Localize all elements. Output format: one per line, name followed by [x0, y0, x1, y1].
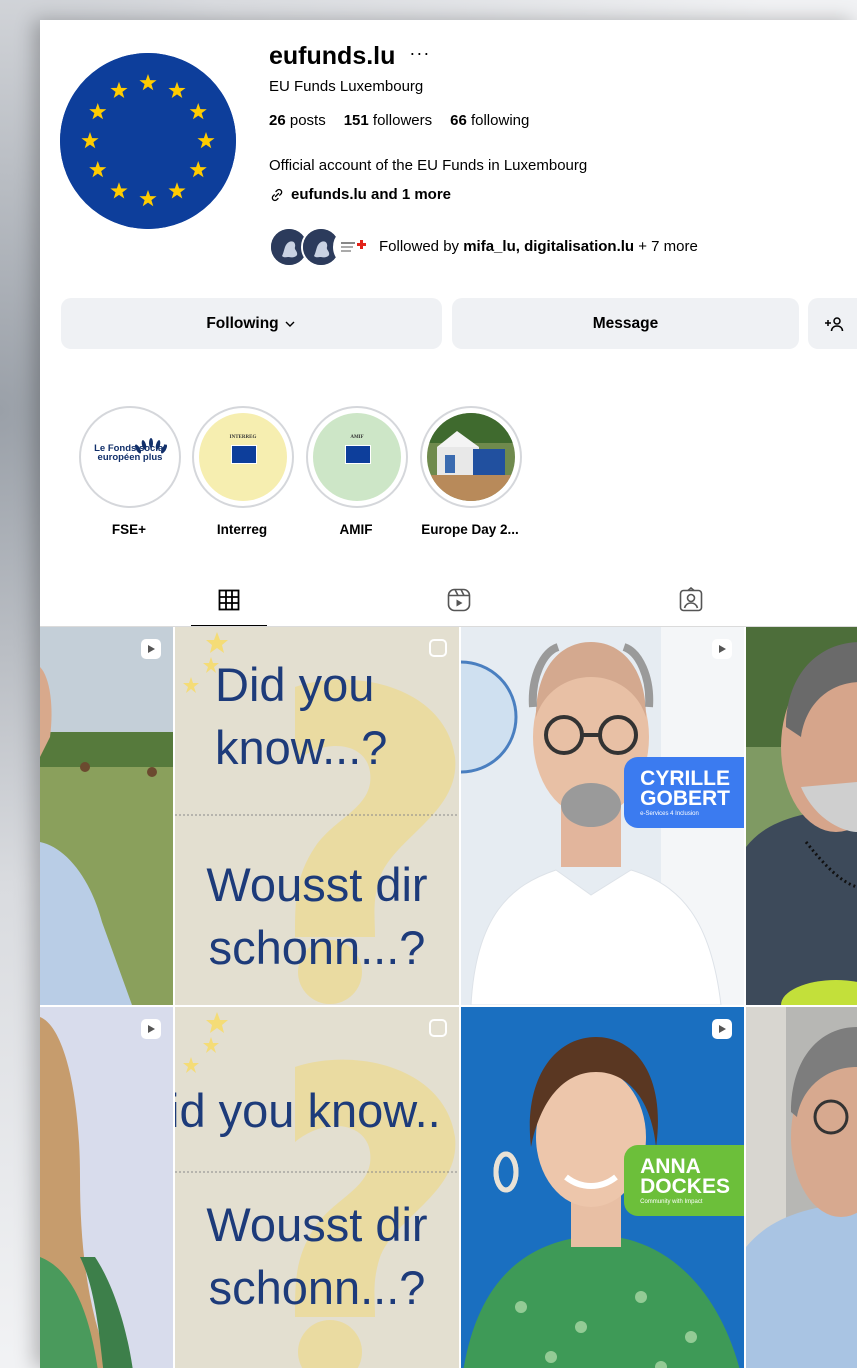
post-tile[interactable]	[40, 627, 173, 1005]
profile-tabs	[40, 575, 857, 627]
profile-link-text[interactable]: eufunds.lu and 1 more	[291, 186, 451, 203]
followed-by[interactable]: Followed by mifa_lu, digitalisation.lu +…	[269, 227, 698, 267]
post-image	[746, 627, 857, 1005]
highlight-fse[interactable]: Le Fonds social européen plus FSE+	[79, 406, 181, 537]
highlight-ring: Le Fonds social européen plus	[79, 406, 181, 508]
chevron-down-icon	[285, 321, 295, 327]
eu-flag-icon	[231, 445, 257, 464]
followers-count[interactable]: 151 followers	[344, 112, 432, 129]
tab-reels[interactable]	[421, 575, 497, 625]
highlight-europe-day[interactable]: Europe Day 2...	[420, 406, 522, 537]
amif-logo: AMIF	[313, 413, 401, 501]
highlight-label: FSE+	[111, 522, 147, 537]
post-tile[interactable]: CYRILLE GOBERT e-Services 4 Inclusion	[461, 627, 744, 1005]
carousel-icon	[429, 1019, 447, 1037]
tab-posts[interactable]	[191, 575, 267, 627]
post-image	[746, 1007, 857, 1368]
name-tag-anna: ANNA DOCKES Community with Impact	[624, 1145, 744, 1216]
reel-icon	[712, 639, 732, 659]
post-tile[interactable]: Did you know...? Wousst dir schonn...?	[175, 627, 459, 1005]
follower-avatar	[333, 227, 373, 267]
post-tile[interactable]	[40, 1007, 173, 1368]
highlight-label: Interreg	[216, 522, 268, 537]
highlight-amif[interactable]: AMIF AMIF	[306, 406, 408, 537]
post-tile[interactable]: id you know.. Wousst dir schonn...?	[175, 1007, 459, 1368]
follower-avatars	[269, 227, 373, 267]
profile-link[interactable]: eufunds.lu and 1 more	[269, 186, 451, 203]
tagged-icon	[679, 587, 703, 612]
highlight-label: Europe Day 2...	[421, 522, 519, 537]
suggested-users-button[interactable]	[808, 298, 857, 349]
add-user-icon	[825, 316, 844, 331]
eu-flag-icon	[60, 53, 236, 229]
reel-icon	[141, 639, 161, 659]
profile-bio: Official account of the EU Funds in Luxe…	[269, 157, 588, 174]
europe-day-photo	[427, 413, 515, 501]
eu-flag-icon	[345, 445, 371, 464]
wousst-dir-text: Wousst dir schonn...?	[206, 1198, 428, 1315]
message-button[interactable]: Message	[452, 298, 799, 349]
message-button-label: Message	[592, 314, 659, 332]
profile-stats: 26 posts 151 followers 66 following	[269, 112, 529, 129]
profile-page: eufunds.lu ··· EU Funds Luxembourg 26 po…	[40, 20, 857, 1368]
carousel-icon	[429, 639, 447, 657]
reel-icon	[141, 1019, 161, 1039]
profile-username: eufunds.lu	[269, 42, 396, 70]
post-tile[interactable]: ANNA DOCKES Community with Impact	[461, 1007, 744, 1368]
posts-count: 26 posts	[269, 112, 326, 129]
did-you-know-text: Did you know...?	[215, 658, 388, 775]
post-image	[40, 1007, 173, 1368]
following-count[interactable]: 66 following	[450, 112, 529, 129]
following-button[interactable]: Following	[61, 298, 442, 349]
posts-grid: Did you know...? Wousst dir schonn...? C…	[40, 627, 857, 1368]
highlight-ring	[420, 406, 522, 508]
following-button-label: Following	[206, 314, 279, 332]
fse-logo: Le Fonds social européen plus	[86, 413, 174, 501]
highlight-interreg[interactable]: INTERREG Interreg	[192, 406, 294, 537]
post-tile[interactable]	[746, 627, 857, 1005]
more-options-icon[interactable]: ···	[409, 43, 430, 64]
highlight-label: AMIF	[339, 522, 373, 537]
post-tile[interactable]	[746, 1007, 857, 1368]
name-tag-cyrille: CYRILLE GOBERT e-Services 4 Inclusion	[624, 757, 744, 828]
name-line: GOBERT	[640, 786, 730, 810]
name-subtitle: e-Services 4 Inclusion	[640, 810, 699, 817]
post-image	[40, 627, 173, 1005]
profile-full-name: EU Funds Luxembourg	[269, 78, 424, 95]
wousst-dir-text: Wousst dir schonn...?	[206, 858, 428, 975]
reels-icon	[447, 588, 471, 612]
name-line: DOCKES	[640, 1174, 730, 1198]
did-you-know-text: id you know..	[175, 1084, 441, 1137]
highlight-ring: INTERREG	[192, 406, 294, 508]
highlight-ring: AMIF	[306, 406, 408, 508]
reel-icon	[712, 1019, 732, 1039]
grid-icon	[218, 589, 240, 611]
tab-tagged[interactable]	[653, 575, 729, 625]
profile-avatar[interactable]	[60, 53, 236, 229]
name-subtitle: Community with Impact	[640, 1198, 703, 1205]
followed-by-text: Followed by mifa_lu, digitalisation.lu +…	[379, 237, 698, 255]
link-icon	[271, 188, 283, 201]
interreg-logo: INTERREG	[199, 413, 287, 501]
